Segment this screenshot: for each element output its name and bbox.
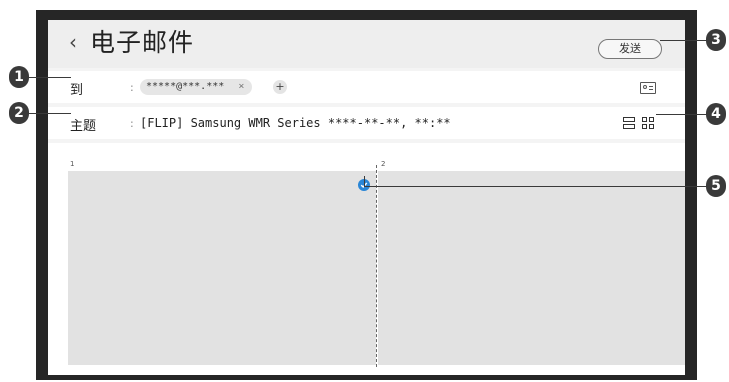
callout-4: 4 [706,103,726,125]
recipient-chip[interactable]: *****@***.*** × [140,79,253,95]
to-label: 到 [70,83,84,98]
header-bar: ‹ 电子邮件 发送 [48,20,685,68]
callout-3: 3 [706,29,726,51]
subject-colon: : [130,117,134,130]
subject-field[interactable]: [FLIP] Samsung WMR Series ****-**-**, **… [140,116,451,130]
callout-line [364,186,708,187]
page-thumbnail[interactable] [378,171,685,365]
send-button[interactable]: 发送 [598,39,662,59]
page-thumbnail[interactable] [68,171,376,365]
callout-line [660,40,708,41]
grid-layout-icon[interactable] [642,117,654,129]
callout-2: 2 [9,102,29,124]
callout-5: 5 [706,175,726,197]
add-recipient-icon[interactable]: + [273,80,287,94]
callout-line [364,176,365,186]
contact-card-icon[interactable] [640,82,656,94]
subject-label: 主题 [70,119,97,134]
device-frame: ‹ 电子邮件 发送 到 : *****@***.*** × + 主题 : [FL… [36,10,697,380]
page-divider [376,165,377,367]
page-number: 2 [381,160,386,168]
callout-1: 1 [9,66,29,88]
page-title: 电子邮件 [90,28,195,57]
subject-row: 主题 : [FLIP] Samsung WMR Series ****-**-*… [48,107,685,139]
back-arrow-icon[interactable]: ‹ [64,31,82,53]
recipient-address: *****@***.*** [146,81,225,92]
to-colon: : [130,81,134,94]
attachment-canvas: 1 2 [48,143,685,375]
callout-line [29,77,71,78]
page-number: 1 [70,160,75,168]
email-screen: ‹ 电子邮件 发送 到 : *****@***.*** × + 主题 : [FL… [48,20,685,375]
remove-recipient-icon[interactable]: × [238,81,244,92]
to-row: 到 : *****@***.*** × + [48,71,685,103]
callout-line [656,114,708,115]
callout-line [29,113,71,114]
single-column-layout-icon[interactable] [623,117,635,129]
